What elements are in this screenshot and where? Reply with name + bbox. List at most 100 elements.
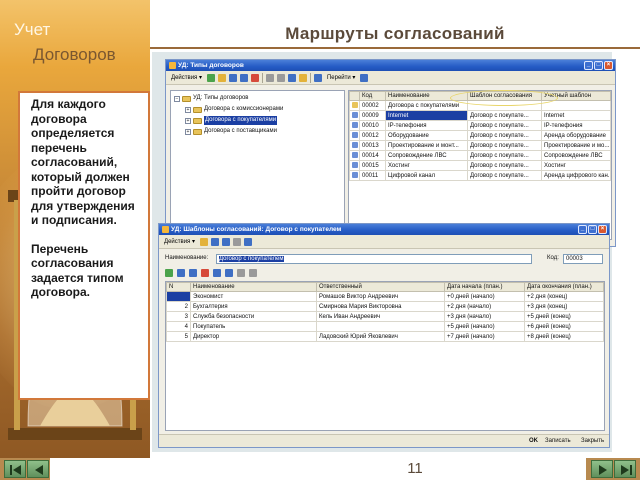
sort-desc-icon[interactable] — [249, 269, 257, 277]
collapse-icon[interactable]: − — [174, 95, 180, 102]
close-button[interactable]: Закрыть — [579, 437, 606, 446]
table-cell[interactable]: Договор с покупате... — [467, 170, 542, 181]
maximize-icon[interactable]: □ — [594, 61, 603, 70]
table-cell[interactable]: Ромашов Виктор Андреевич — [316, 291, 445, 302]
table-row[interactable]: 00014 Сопровождение ЛВС Договор с покупате… — [349, 150, 611, 161]
table-cell[interactable]: Хостинг — [385, 160, 468, 171]
hierarchy-icon[interactable] — [287, 73, 296, 82]
save-button[interactable]: Записать — [543, 437, 573, 446]
close-icon[interactable]: × — [604, 61, 613, 70]
column-header[interactable]: N — [166, 282, 191, 292]
table-cell[interactable]: +2 дня (начало) — [444, 301, 525, 312]
table-cell[interactable]: Хостинг — [541, 160, 611, 171]
column-header[interactable]: Дата окончания (план.) — [524, 282, 604, 292]
table-cell[interactable]: +3 дня (начало) — [444, 311, 525, 322]
table-cell[interactable]: Цифровой канал — [385, 170, 468, 181]
move-down-icon[interactable] — [225, 269, 233, 277]
table-row[interactable]: 1 Экономист Ромашов Виктор Андреевич +0 дне… — [166, 291, 604, 302]
table-cell[interactable]: 00009 — [359, 110, 386, 121]
add-folder-icon[interactable] — [217, 73, 226, 82]
tree-item-root[interactable]: − УД: Типы договоров — [174, 94, 248, 103]
column-header[interactable]: Код — [359, 91, 386, 101]
table-cell[interactable]: 00002 — [359, 100, 386, 111]
table-cell[interactable]: +5 дней (начало) — [444, 321, 525, 332]
table-cell[interactable]: Ладовский Юрий Яковлевич — [316, 331, 445, 342]
table-cell[interactable]: Договор с покупате... — [467, 150, 542, 161]
table-cell[interactable]: Аренда цифрового кан... — [541, 170, 611, 181]
table-cell[interactable]: 1 — [166, 291, 191, 302]
table-row[interactable]: 00009 Internet Договор с покупате... Intern… — [349, 110, 611, 121]
table-cell[interactable]: Аренда оборудование — [541, 130, 611, 141]
column-header[interactable]: Наименование — [190, 282, 317, 292]
column-header[interactable] — [349, 91, 360, 101]
table-cell[interactable]: Смирнова Мария Викторовна — [316, 301, 445, 312]
tree-item-buyers[interactable]: + Договора с покупателями — [185, 116, 278, 125]
table-cell[interactable]: 00010 — [359, 120, 386, 131]
table-cell[interactable]: Проектирование и монт... — [385, 140, 468, 151]
sort-icon[interactable] — [237, 269, 245, 277]
table-cell[interactable]: 00014 — [359, 150, 386, 161]
table-row[interactable]: 2 Бухгалтерия Смирнова Мария Викторовна +2 … — [166, 301, 604, 312]
edit-row-icon[interactable] — [189, 269, 197, 277]
actions-menu[interactable]: Действия ▾ — [162, 238, 197, 245]
tree-item-commissioners[interactable]: + Договора с комиссионерами — [185, 105, 283, 114]
table-cell[interactable]: Экономист — [190, 291, 317, 302]
expand-icon[interactable]: + — [185, 117, 191, 124]
nav-first-icon[interactable] — [4, 460, 26, 478]
minimize-icon[interactable]: _ — [584, 61, 593, 70]
table-row[interactable]: 5 Директор Ладовский Юрий Яковлевич +7 дней… — [166, 331, 604, 342]
table-cell[interactable]: Бухгалтерия — [190, 301, 317, 312]
nav-prev-icon[interactable] — [27, 460, 49, 478]
table-cell[interactable]: Договор с покупате... — [467, 110, 542, 121]
minimize-icon[interactable]: _ — [578, 225, 587, 234]
table-row[interactable]: 00010 IP-телефония Договор с покупате... IP… — [349, 120, 611, 131]
table-cell[interactable]: Сопровождение ЛВС — [541, 150, 611, 161]
table-cell[interactable]: Договор с покупате... — [467, 120, 542, 131]
window2-titlebar[interactable]: УД: Шаблоны согласований: Договор с поку… — [159, 224, 609, 235]
table-cell[interactable]: Директор — [190, 331, 317, 342]
window1-titlebar[interactable]: УД: Типы договоров _ □ × — [166, 60, 615, 71]
view-icon[interactable] — [232, 237, 241, 246]
table-cell[interactable]: 4 — [166, 321, 191, 332]
move-up-icon[interactable] — [213, 269, 221, 277]
table-cell[interactable]: Договор с покупате... — [467, 130, 542, 141]
table-cell[interactable]: +6 дней (конец) — [524, 321, 604, 332]
table-cell[interactable]: Договор с покупате... — [467, 140, 542, 151]
add-row-icon[interactable] — [165, 269, 173, 277]
table-cell[interactable]: 2 — [166, 301, 191, 312]
goto-icon[interactable] — [313, 73, 322, 82]
tree-item-suppliers[interactable]: + Договора с поставщиками — [185, 127, 277, 136]
table-cell[interactable]: 00013 — [359, 140, 386, 151]
column-header[interactable]: Дата начала (план.) — [444, 282, 525, 292]
ok-button[interactable]: OK — [527, 437, 540, 446]
expand-icon[interactable]: + — [185, 128, 191, 135]
goto-menu[interactable]: Перейти ▾ — [325, 74, 357, 81]
table-cell[interactable]: Служба безопасности — [190, 311, 317, 322]
copy-icon[interactable] — [210, 237, 219, 246]
table-cell[interactable] — [316, 321, 445, 332]
table-cell[interactable]: Проектирование и мо... — [541, 140, 611, 151]
table-row[interactable]: 3 Служба безопасности Кель Иван Андреевич +… — [166, 311, 604, 322]
expand-icon[interactable]: + — [185, 106, 191, 113]
code-input[interactable]: 00003 — [563, 254, 603, 264]
edit-icon[interactable] — [239, 73, 248, 82]
table-cell[interactable]: IP-телефония — [541, 120, 611, 131]
actions-menu[interactable]: Действия ▾ — [169, 74, 204, 81]
help-icon[interactable] — [360, 73, 369, 82]
column-header[interactable]: Ответственный — [316, 282, 445, 292]
table-row[interactable]: 4 Покупатель +5 дней (начало) +6 дней (коне… — [166, 321, 604, 332]
table-cell[interactable]: Сопровождение ЛВС — [385, 150, 468, 161]
refresh-icon[interactable] — [298, 73, 307, 82]
help-icon[interactable] — [243, 237, 252, 246]
add-icon[interactable] — [206, 73, 215, 82]
table-cell[interactable]: Кель Иван Андреевич — [316, 311, 445, 322]
table-cell[interactable]: +7 дней (начало) — [444, 331, 525, 342]
table-row[interactable]: 00013 Проектирование и монт... Договор с п… — [349, 140, 611, 151]
table-cell[interactable] — [541, 100, 611, 111]
table-cell[interactable]: IP-телефония — [385, 120, 468, 131]
table-cell[interactable]: 00015 — [359, 160, 386, 171]
table-cell[interactable]: Договор с покупате... — [467, 160, 542, 171]
table-cell[interactable]: 3 — [166, 311, 191, 322]
maximize-icon[interactable]: □ — [588, 225, 597, 234]
filter-icon[interactable] — [265, 73, 274, 82]
